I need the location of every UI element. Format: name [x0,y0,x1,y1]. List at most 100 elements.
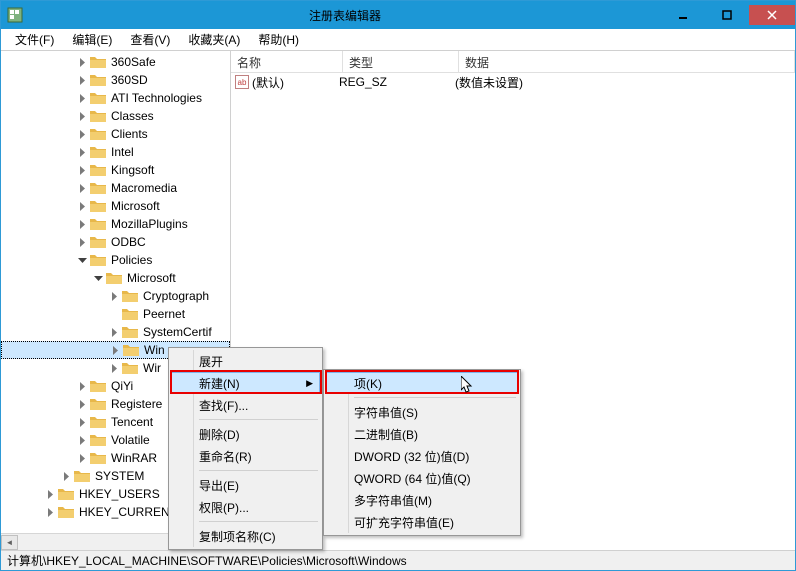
menu-file[interactable]: 文件(F) [7,29,62,50]
col-data[interactable]: 数据 [459,51,795,72]
folder-icon [122,307,138,321]
menu-favorites[interactable]: 收藏夹(A) [180,29,248,50]
value-data: (数值未设置) [455,74,795,91]
context-menu-item[interactable]: 删除(D) [171,423,320,445]
expand-icon[interactable] [61,471,72,482]
folder-icon [90,91,106,105]
folder-icon [90,397,106,411]
tree-item[interactable]: Classes [1,107,230,125]
expand-icon[interactable] [77,165,88,176]
titlebar[interactable]: 注册表编辑器 [1,1,795,29]
context-menu-item[interactable]: 展开 [171,350,320,372]
window-title: 注册表编辑器 [29,7,661,24]
context-menu-item[interactable]: 字符串值(S) [326,401,518,423]
expand-icon[interactable] [77,57,88,68]
expand-icon[interactable] [77,183,88,194]
expand-icon[interactable] [77,201,88,212]
tree-item[interactable]: Peernet [1,305,230,323]
tree-item-label: Volatile [109,433,152,447]
folder-icon [90,235,106,249]
expand-icon[interactable] [109,291,120,302]
tree-item[interactable]: ATI Technologies [1,89,230,107]
menu-help[interactable]: 帮助(H) [250,29,307,50]
tree-item[interactable]: Intel [1,143,230,161]
expand-icon[interactable] [77,381,88,392]
tree-item[interactable]: Cryptograph [1,287,230,305]
folder-icon [122,289,138,303]
expand-icon[interactable] [77,237,88,248]
context-menu-item[interactable]: 复制项名称(C) [171,525,320,547]
expand-icon[interactable] [77,219,88,230]
expand-icon[interactable] [77,147,88,158]
tree-item[interactable]: Microsoft [1,197,230,215]
context-menu-item[interactable]: 可扩充字符串值(E) [326,511,518,533]
tree-item[interactable]: SystemCertif [1,323,230,341]
folder-icon [90,55,106,69]
folder-icon [122,361,138,375]
minimize-button[interactable] [661,5,705,25]
expand-icon[interactable] [45,507,56,518]
column-headers: 名称 类型 数据 [231,51,795,73]
context-submenu-new: 项(K) 字符串值(S)二进制值(B)DWORD (32 位)值(D)QWORD … [323,369,521,536]
expand-icon[interactable] [110,345,121,356]
maximize-button[interactable] [705,5,749,25]
context-menu-item[interactable]: 多字符串值(M) [326,489,518,511]
menu-edit[interactable]: 编辑(E) [64,29,120,50]
folder-icon [123,343,139,357]
status-path: 计算机\HKEY_LOCAL_MACHINE\SOFTWARE\Policies… [7,552,407,569]
tree-item[interactable]: 360SD [1,71,230,89]
tree-item[interactable]: Clients [1,125,230,143]
context-menu: 展开新建(N)▶查找(F)... 删除(D)重命名(R) 导出(E)权限(P)...… [168,347,323,550]
expand-icon[interactable] [77,75,88,86]
expand-icon[interactable] [109,363,120,374]
tree-item[interactable]: Kingsoft [1,161,230,179]
close-button[interactable] [749,5,795,25]
folder-icon [90,73,106,87]
folder-icon [90,253,106,267]
context-menu-item[interactable]: 二进制值(B) [326,423,518,445]
context-menu-item[interactable]: DWORD (32 位)值(D) [326,445,518,467]
tree-item[interactable]: ODBC [1,233,230,251]
context-menu-item[interactable]: 权限(P)... [171,496,320,518]
tree-item-label: SystemCertif [141,325,214,339]
expand-icon[interactable] [77,417,88,428]
folder-icon [90,145,106,159]
menu-view[interactable]: 查看(V) [122,29,178,50]
tree-item-label: HKEY_USERS [77,487,162,501]
scroll-left-icon[interactable]: ◄ [1,535,18,550]
expand-icon[interactable] [77,111,88,122]
tree-item[interactable]: Microsoft [1,269,230,287]
context-menu-item[interactable]: 查找(F)... [171,394,320,416]
collapse-icon[interactable] [77,255,88,266]
expand-icon[interactable] [77,399,88,410]
collapse-icon[interactable] [93,273,104,284]
tree-item-label: Clients [109,127,150,141]
context-menu-item[interactable]: 新建(N)▶ [171,372,320,394]
expand-icon[interactable] [77,453,88,464]
tree-item[interactable]: MozillaPlugins [1,215,230,233]
context-menu-item[interactable]: 重命名(R) [171,445,320,467]
tree-item-label: Wir [141,361,163,375]
col-type[interactable]: 类型 [343,51,459,72]
folder-icon [106,271,122,285]
folder-icon [58,505,74,519]
value-row[interactable]: ab (默认) REG_SZ (数值未设置) [231,73,795,91]
expand-icon[interactable] [109,327,120,338]
col-name[interactable]: 名称 [231,51,343,72]
context-menu-item[interactable]: 导出(E) [171,474,320,496]
tree-item-label: MozillaPlugins [109,217,190,231]
expand-icon[interactable] [77,93,88,104]
folder-icon [74,469,90,483]
expand-icon[interactable] [77,435,88,446]
tree-item-label: SYSTEM [93,469,146,483]
expand-icon[interactable] [45,489,56,500]
tree-item[interactable]: Macromedia [1,179,230,197]
context-menu-item[interactable]: 项(K) [326,372,518,394]
folder-icon [122,325,138,339]
context-menu-item[interactable]: QWORD (64 位)值(Q) [326,467,518,489]
folder-icon [58,487,74,501]
tree-item-label: Win [142,343,167,357]
tree-item[interactable]: 360Safe [1,53,230,71]
tree-item[interactable]: Policies [1,251,230,269]
expand-icon[interactable] [77,129,88,140]
